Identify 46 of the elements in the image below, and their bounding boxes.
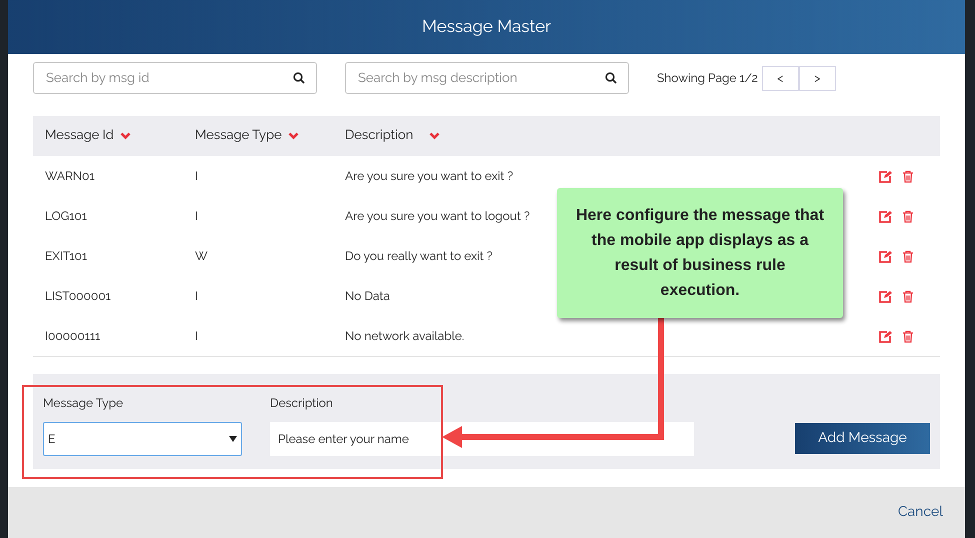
edit-icon[interactable] bbox=[878, 170, 892, 182]
trash-icon[interactable] bbox=[902, 210, 914, 222]
annotation-callout: Here configure the message that the mobile app displays as a result of business rule execution. bbox=[557, 188, 843, 318]
page-button[interactable]: < bbox=[762, 66, 799, 90]
chevron-down-icon[interactable] bbox=[120, 132, 131, 140]
table-cell: EXIT101 bbox=[45, 249, 87, 263]
page-button[interactable]: > bbox=[798, 66, 836, 90]
trash-icon[interactable] bbox=[902, 290, 914, 302]
table-cell: No network available. bbox=[345, 329, 464, 343]
table-cell: Are you sure you want to exit ? bbox=[345, 169, 514, 183]
edit-icon[interactable] bbox=[878, 250, 892, 262]
table-cell: I bbox=[195, 329, 198, 343]
table-cell: I bbox=[195, 209, 198, 223]
column-header: Message Id bbox=[45, 127, 114, 146]
column-header: Description bbox=[345, 127, 414, 146]
field-label: Description bbox=[270, 395, 334, 412]
add-message-button[interactable]: Add Message bbox=[795, 423, 930, 454]
table-cell: I00000111 bbox=[45, 329, 100, 343]
search-icon bbox=[293, 72, 305, 84]
cancel-link[interactable]: Cancel bbox=[898, 502, 943, 523]
trash-icon[interactable] bbox=[902, 170, 914, 182]
chevron-down-icon[interactable] bbox=[429, 132, 440, 140]
search-field[interactable]: Search by msg description bbox=[345, 62, 629, 94]
trash-icon[interactable] bbox=[902, 330, 914, 342]
dialog-title: Message Master bbox=[422, 15, 552, 38]
table-cell: WARN01 bbox=[45, 169, 95, 183]
chevron-down-icon[interactable] bbox=[288, 132, 299, 140]
column-header: Message Type bbox=[195, 127, 282, 146]
field-label: Message Type bbox=[43, 395, 124, 412]
edit-icon[interactable] bbox=[878, 290, 892, 302]
search-icon bbox=[605, 72, 617, 84]
table-cell: W bbox=[195, 249, 208, 263]
edit-icon[interactable] bbox=[878, 210, 892, 222]
table-cell: Do you really want to exit ? bbox=[345, 249, 492, 263]
table-cell: LIST000001 bbox=[45, 289, 111, 303]
table-cell: I bbox=[195, 169, 198, 183]
table-cell: LOG101 bbox=[45, 209, 87, 223]
search-field[interactable]: Search by msg id bbox=[33, 62, 317, 94]
dropdown-icon bbox=[229, 436, 237, 442]
table-cell: Are you sure you want to logout ? bbox=[345, 209, 530, 223]
type-select[interactable]: E bbox=[43, 422, 242, 456]
trash-icon[interactable] bbox=[902, 250, 914, 262]
table-cell: I bbox=[195, 289, 198, 303]
pager-text: Showing Page 1/2 bbox=[657, 70, 758, 87]
table-cell: No Data bbox=[345, 289, 390, 303]
edit-icon[interactable] bbox=[878, 330, 892, 342]
